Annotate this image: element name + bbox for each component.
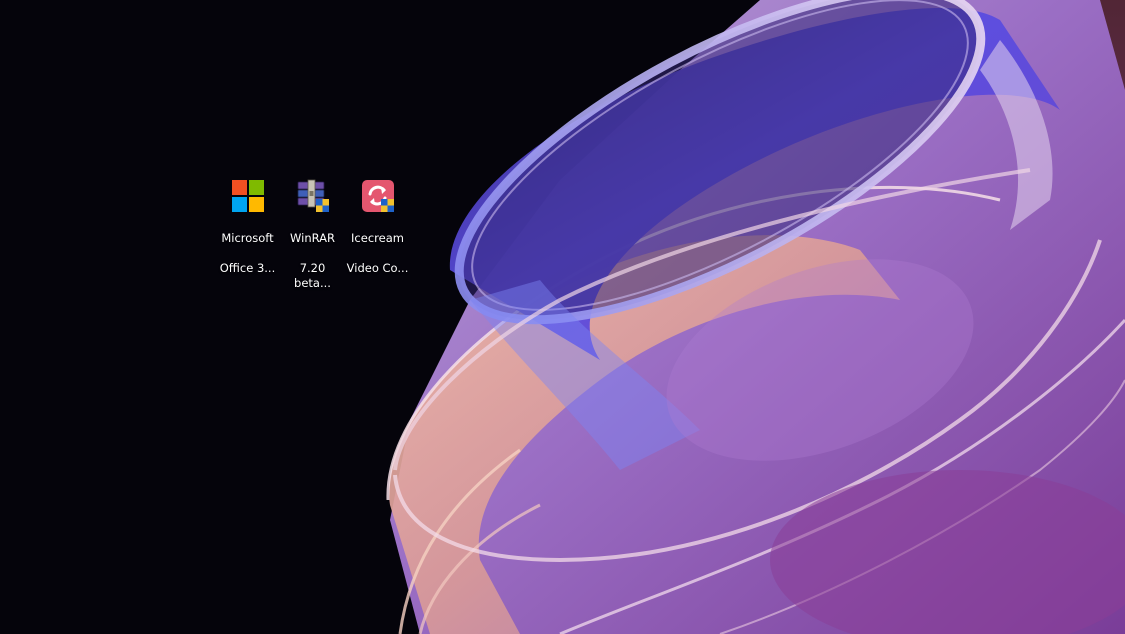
label-line-1: Icecream — [351, 231, 404, 245]
desktop-shortcut-label: Microsoft Office 3... — [215, 216, 280, 291]
icecream-video-converter-icon — [361, 179, 395, 213]
winrar-installer-icon — [296, 179, 330, 213]
desktop-shortcut-winrar[interactable]: WinRAR 7.20 beta... — [280, 178, 345, 290]
desktop[interactable]: Microsoft Office 3... WinRAR 7.20 beta..… — [0, 0, 1125, 634]
desktop-shortcut-microsoft-office[interactable]: Microsoft Office 3... — [215, 178, 280, 275]
label-line-2: 7.20 beta... — [294, 261, 331, 290]
label-line-1: WinRAR — [290, 231, 335, 245]
desktop-shortcut-label: Icecream Video Co... — [345, 216, 410, 291]
label-line-2: Video Co... — [346, 261, 409, 275]
desktop-icon-grid: Microsoft Office 3... WinRAR 7.20 beta..… — [215, 178, 410, 290]
desktop-shortcut-label: WinRAR 7.20 beta... — [280, 216, 345, 306]
wallpaper — [386, 0, 1125, 634]
label-line-1: Microsoft — [221, 231, 274, 245]
label-line-2: Office 3... — [219, 261, 276, 275]
microsoft-office-logo-icon — [231, 179, 265, 213]
desktop-shortcut-icecream-video-converter[interactable]: Icecream Video Co... — [345, 178, 410, 275]
